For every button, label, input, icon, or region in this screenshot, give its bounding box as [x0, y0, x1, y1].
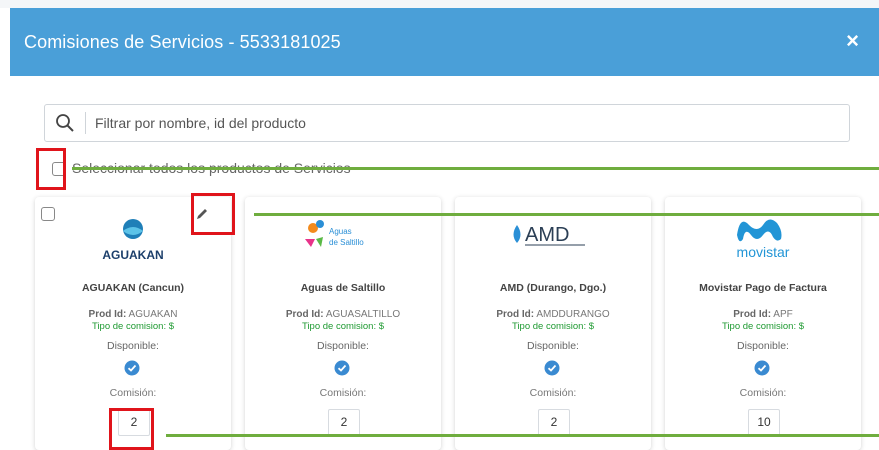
amd-logo: AMD — [513, 224, 585, 246]
callout-line-select-all — [72, 167, 879, 170]
product-name: AGUAKAN (Cancun) — [81, 282, 185, 294]
commission-input[interactable]: 10 — [748, 409, 780, 436]
logo-text: AMD — [525, 224, 569, 246]
commission-label: Comisión: — [109, 387, 157, 399]
logo-text: AGUAKAN — [102, 248, 163, 262]
svg-text:Aguas: Aguas — [329, 227, 352, 236]
available-label: Disponible: — [527, 340, 579, 352]
callout-line-commission — [166, 434, 879, 437]
modal-title: Comisiones de Servicios - 5533181025 — [24, 32, 341, 52]
check-circle-icon — [754, 360, 770, 376]
aguas-saltillo-logo: Aguas de Saltillo — [305, 220, 364, 247]
product-name: AMD (Durango, Dgo.) — [499, 282, 607, 294]
product-card: Aguas de Saltillo Aguas de Saltillo Prod… — [245, 197, 441, 450]
logo-text: movistar — [737, 244, 790, 260]
highlight-box-commission — [109, 408, 154, 450]
product-name: Movistar Pago de Factura — [699, 282, 827, 294]
search-input[interactable] — [93, 111, 837, 135]
product-name: Aguas de Saltillo — [300, 282, 386, 294]
commission-label: Comisión: — [529, 387, 577, 399]
highlight-box-edit — [191, 193, 235, 235]
product-id: Prod Id: AGUAKAN — [88, 309, 178, 320]
check-circle-icon — [334, 360, 350, 376]
highlight-box-select-all — [36, 148, 66, 190]
commission-label: Comisión: — [319, 387, 367, 399]
product-card: AMD AMD (Durango, Dgo.) Prod Id: AMDDURA… — [455, 197, 651, 450]
commission-label: Comisión: — [739, 387, 787, 399]
close-icon[interactable]: × — [846, 28, 859, 54]
product-id: Prod Id: APF — [733, 309, 793, 320]
available-label: Disponible: — [317, 340, 369, 352]
commission-type: Tipo de comision: $ — [301, 321, 385, 332]
search-box[interactable] — [44, 104, 850, 142]
page-background-strip — [0, 0, 879, 8]
svg-text:de Saltillo: de Saltillo — [329, 238, 364, 247]
available-label: Disponible: — [107, 340, 159, 352]
search-icon — [56, 114, 74, 132]
product-id: Prod Id: AMDDURANGO — [496, 309, 610, 320]
product-card: movistar Movistar Pago de Factura Prod I… — [665, 197, 861, 450]
callout-line-edit — [254, 213, 879, 216]
commission-type: Tipo de comision: $ — [721, 321, 805, 332]
commission-type: Tipo de comision: $ — [511, 321, 595, 332]
check-circle-icon — [544, 360, 560, 376]
check-circle-icon — [124, 360, 140, 376]
commission-type: Tipo de comision: $ — [91, 321, 175, 332]
commission-input[interactable]: 2 — [328, 409, 360, 436]
modal-header: Comisiones de Servicios - 5533181025 × — [10, 8, 879, 76]
search-separator — [85, 112, 86, 134]
movistar-logo: movistar — [737, 219, 790, 260]
commission-input[interactable]: 2 — [538, 409, 570, 436]
available-label: Disponible: — [737, 340, 789, 352]
product-id: Prod Id: AGUASALTILLO — [285, 309, 401, 320]
